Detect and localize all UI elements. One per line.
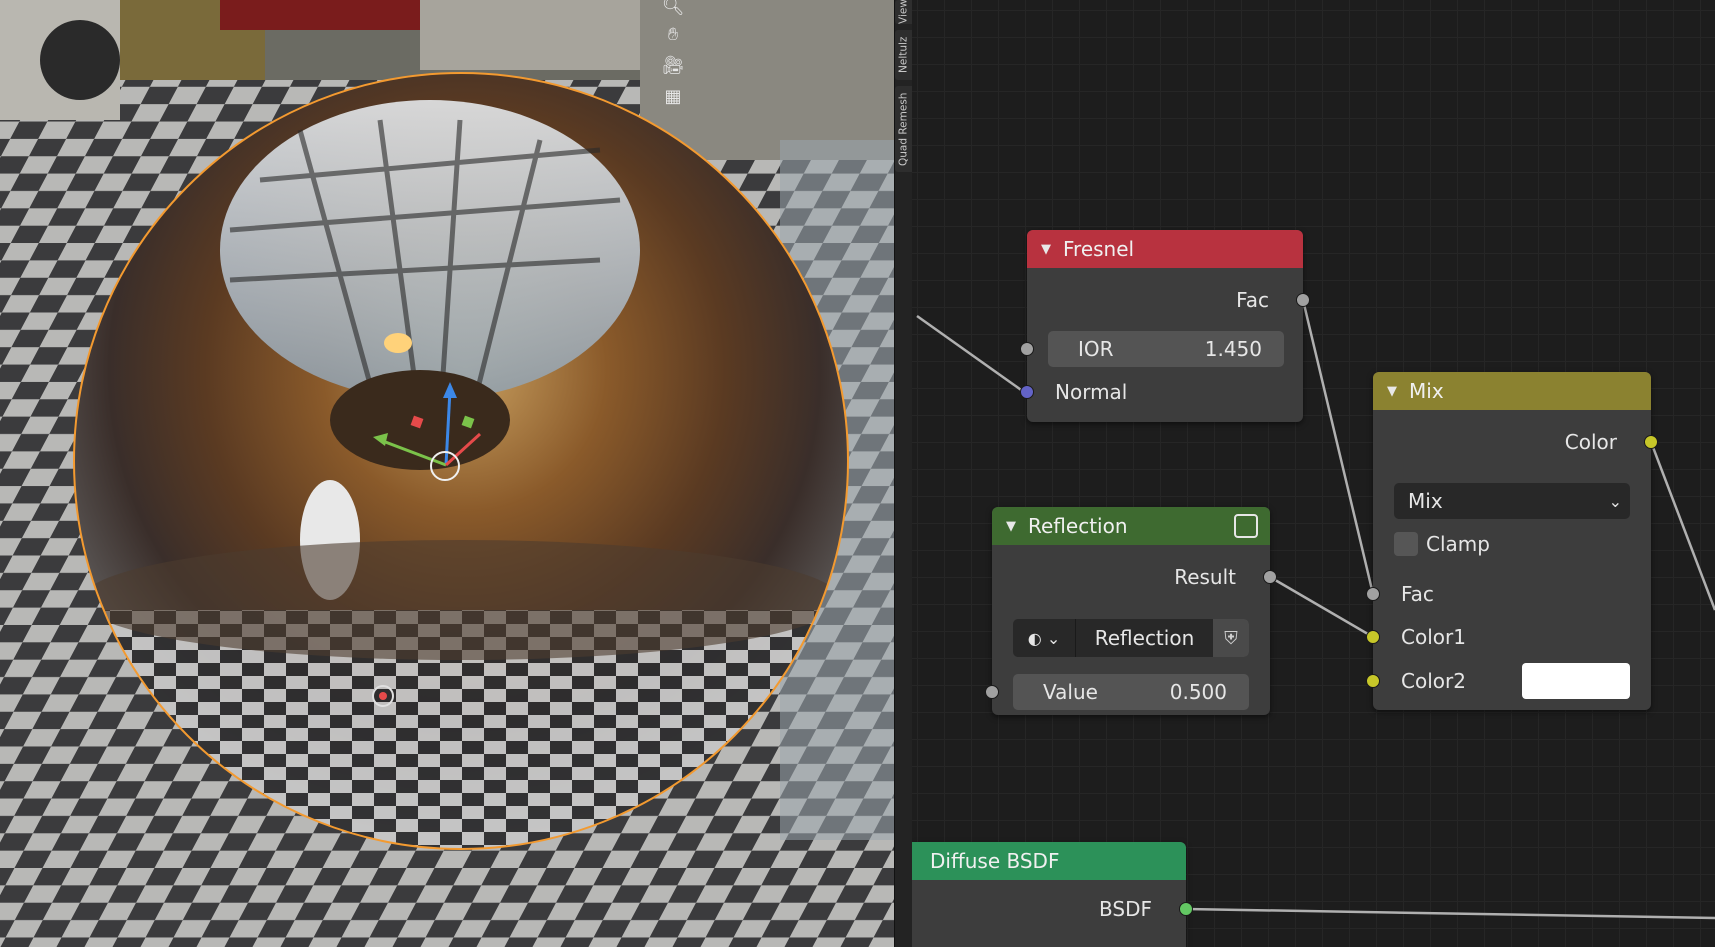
- fresnel-node[interactable]: ▼ Fresnel Fac IOR 1.450 Normal: [1020, 230, 1310, 422]
- mix-fac-input: Fac: [1373, 579, 1651, 609]
- reflection-value-socket[interactable]: [985, 685, 999, 699]
- link-to-fresnel-normal: [916, 314, 1025, 394]
- reflection-result-socket[interactable]: [1263, 570, 1277, 584]
- bsdf-socket[interactable]: [1179, 902, 1193, 916]
- fresnel-ior-socket[interactable]: [1020, 342, 1034, 356]
- socket-label: Color2: [1401, 669, 1466, 693]
- field-value: 0.500: [1169, 680, 1227, 704]
- socket-label: Fac: [1401, 582, 1434, 606]
- diffuse-node-header[interactable]: Diffuse BSDF: [912, 842, 1186, 880]
- hand-pan-icon[interactable]: ✋︎: [659, 20, 687, 48]
- ior-field[interactable]: IOR 1.450: [1048, 331, 1284, 367]
- reflection-node[interactable]: ▼ Reflection Result ◐ ⌄ Reflection ⛨ Val…: [985, 507, 1277, 715]
- reflection-result-output: Result: [992, 562, 1270, 592]
- diffuse-bsdf-output: BSDF: [912, 894, 1186, 924]
- clamp-checkbox-row[interactable]: Clamp: [1394, 529, 1490, 559]
- fresnel-node-header[interactable]: ▼ Fresnel: [1027, 230, 1303, 268]
- grid-perspective-icon[interactable]: ▦: [659, 82, 687, 110]
- render-view: [0, 0, 894, 947]
- socket-label: BSDF: [1099, 897, 1152, 921]
- node-title: Diffuse BSDF: [930, 849, 1060, 873]
- node-title: Mix: [1409, 379, 1444, 403]
- checkbox-label: Clamp: [1426, 532, 1490, 556]
- field-value: 1.450: [1204, 337, 1262, 361]
- field-label: IOR: [1078, 337, 1114, 361]
- clamp-checkbox[interactable]: [1394, 532, 1418, 556]
- value-field[interactable]: Value 0.500: [1013, 674, 1249, 710]
- socket-label: Normal: [1055, 380, 1128, 404]
- source-selector[interactable]: ◐ ⌄ Reflection ⛨: [1013, 619, 1249, 657]
- mix-color1-input: Color1: [1373, 622, 1651, 652]
- tab-neltulz[interactable]: Neltulz: [895, 30, 912, 80]
- fresnel-fac-socket[interactable]: [1296, 293, 1310, 307]
- material-type-icon[interactable]: ◐ ⌄: [1013, 619, 1076, 657]
- node-group-icon[interactable]: [1234, 514, 1258, 538]
- sidebar-tabs: View Neltulz Quad Remesh: [894, 0, 913, 947]
- socket-label: Color: [1564, 430, 1617, 454]
- field-label: Value: [1043, 680, 1098, 704]
- fresnel-fac-output: Fac: [1027, 285, 1303, 315]
- node-title: Fresnel: [1063, 237, 1135, 261]
- node-editor[interactable]: ▼ Fresnel Fac IOR 1.450 Normal ▼ Reflect…: [912, 0, 1715, 947]
- diffuse-bsdf-node[interactable]: Diffuse BSDF BSDF: [912, 842, 1193, 947]
- shield-icon[interactable]: ⛨: [1213, 619, 1249, 657]
- tab-view[interactable]: View: [895, 0, 912, 24]
- mix-node-header[interactable]: ▼ Mix: [1373, 372, 1651, 410]
- collapse-arrow-icon[interactable]: ▼: [1006, 519, 1016, 534]
- source-value: Reflection: [1094, 626, 1195, 650]
- reflection-node-header[interactable]: ▼ Reflection: [992, 507, 1270, 545]
- socket-label: Result: [1174, 565, 1236, 589]
- dropdown-value: Mix: [1408, 489, 1443, 513]
- chevron-down-icon: ⌄: [1608, 491, 1622, 511]
- 3d-viewport[interactable]: 🔍︎ ✋︎ 🎥︎ ▦: [0, 0, 894, 947]
- socket-label: Fac: [1236, 288, 1269, 312]
- link-mix-color-out: [1649, 441, 1715, 611]
- mix-color-socket[interactable]: [1644, 435, 1658, 449]
- mix-node[interactable]: ▼ Mix Color Mix ⌄ Clamp Fac Color1 Color…: [1366, 372, 1658, 710]
- blend-mode-dropdown[interactable]: Mix ⌄: [1394, 483, 1630, 519]
- socket-label: Color1: [1401, 625, 1466, 649]
- collapse-arrow-icon[interactable]: ▼: [1041, 242, 1051, 257]
- mix-color-output: Color: [1373, 427, 1651, 457]
- tab-quad-remesh[interactable]: Quad Remesh: [895, 86, 912, 172]
- link-bsdf-out: [1185, 907, 1715, 920]
- link-reflection-to-mix-color1: [1269, 575, 1374, 639]
- color2-swatch[interactable]: [1522, 663, 1630, 699]
- collapse-arrow-icon[interactable]: ▼: [1387, 384, 1397, 399]
- link-fresnel-fac-to-mix-fac: [1301, 299, 1375, 595]
- fresnel-normal-input: Normal: [1027, 377, 1303, 407]
- node-title: Reflection: [1028, 514, 1128, 538]
- camera-icon[interactable]: 🎥︎: [659, 51, 687, 79]
